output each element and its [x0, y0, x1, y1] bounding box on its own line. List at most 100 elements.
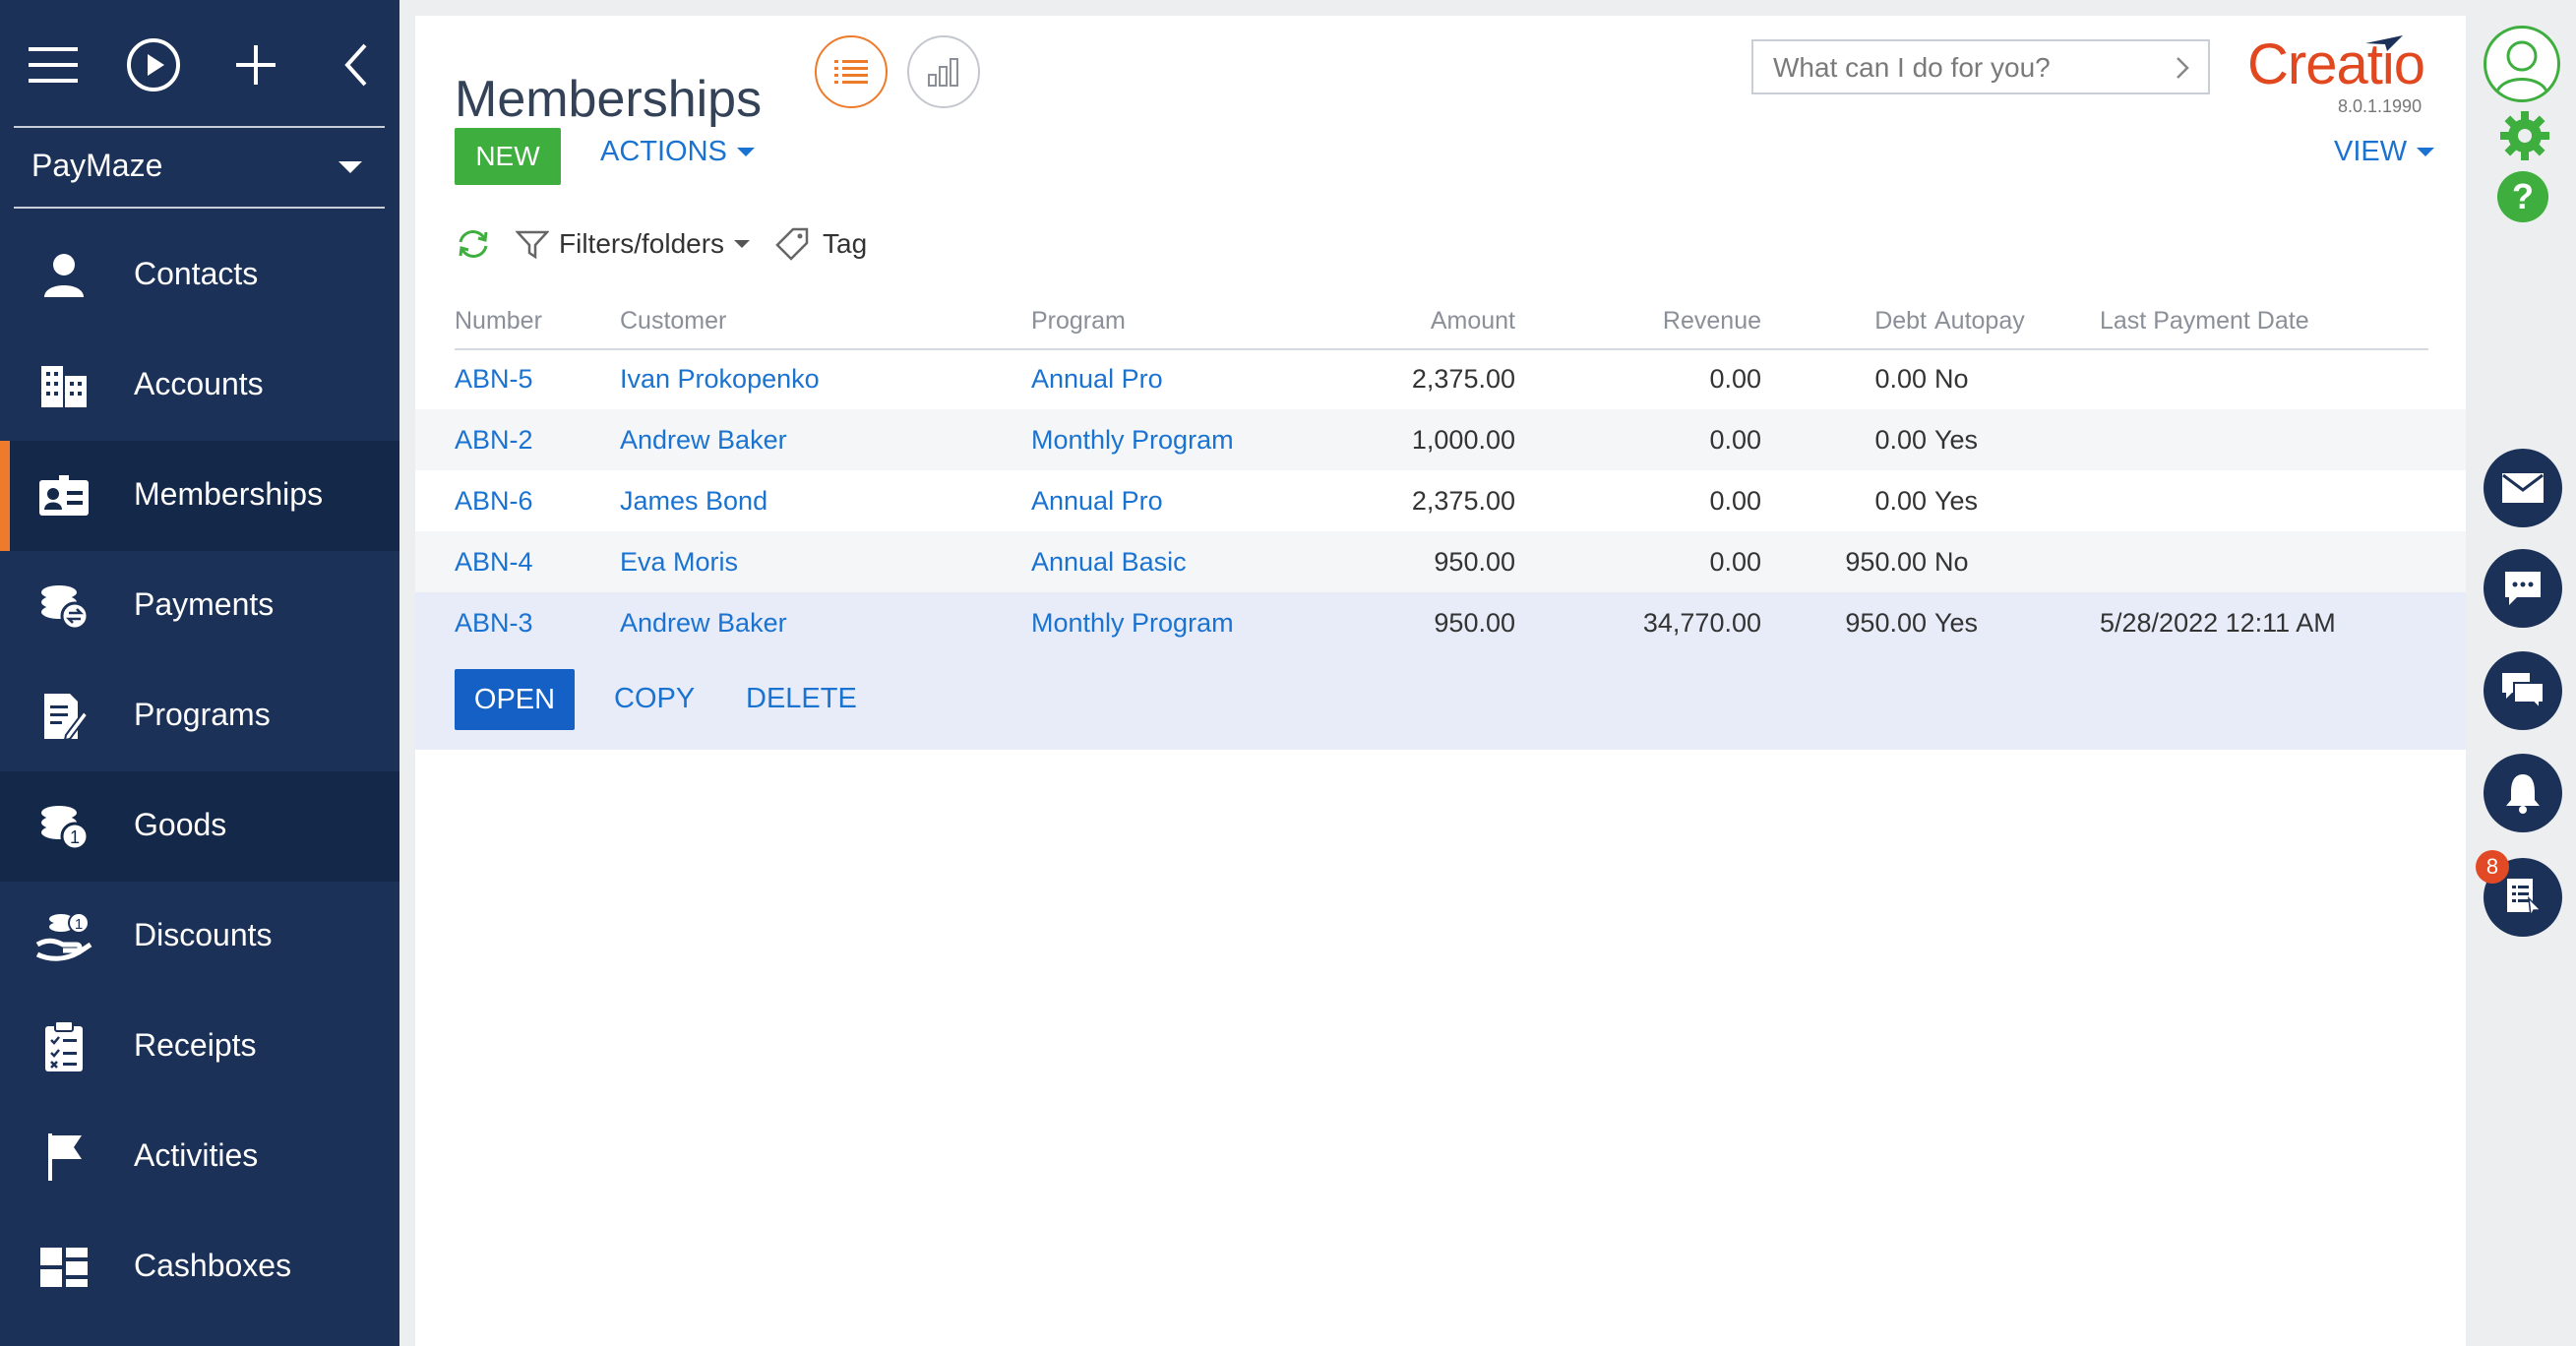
sidebar-item-label: Discounts: [134, 917, 273, 952]
cell-program[interactable]: Annual Pro: [1031, 364, 1163, 395]
cell-number[interactable]: ABN-6: [455, 486, 533, 517]
task-list-icon: [2507, 879, 2543, 918]
cell-customer[interactable]: Ivan Prokopenko: [620, 364, 820, 395]
logo-swoosh-icon: [2365, 35, 2403, 51]
document-edit-icon: [35, 691, 92, 742]
cell-number[interactable]: ABN-2: [455, 425, 533, 456]
gear-icon[interactable]: [2499, 110, 2550, 166]
cell-autopay: Yes: [1934, 486, 1979, 516]
user-icon: [2494, 40, 2549, 96]
cell-autopay: Yes: [1934, 425, 1979, 455]
actions-dropdown[interactable]: ACTIONS: [600, 136, 755, 168]
cell-customer[interactable]: Andrew Baker: [620, 425, 787, 456]
cell-debt: 950.00: [1845, 547, 1927, 577]
workspace-selector[interactable]: PayMaze: [0, 138, 399, 199]
analytics-view-toggle[interactable]: [907, 35, 980, 108]
bar-chart-icon: [928, 58, 958, 87]
cell-revenue: 0.00: [1709, 547, 1761, 577]
cell-program[interactable]: Annual Basic: [1031, 547, 1187, 578]
chat-bubble-icon: [2505, 572, 2541, 605]
coins-exchange-icon: [35, 581, 92, 632]
version-label: 8.0.1.1990: [2338, 96, 2423, 116]
help-icon[interactable]: ?: [2497, 171, 2548, 222]
cell-program[interactable]: Monthly Program: [1031, 425, 1234, 456]
sidebar-item-discounts[interactable]: 1 Discounts: [0, 882, 399, 992]
id-card-icon: [35, 470, 92, 521]
sidebar-item-cashboxes[interactable]: Cashboxes: [0, 1212, 399, 1322]
feed-button[interactable]: [2484, 549, 2562, 628]
user-avatar[interactable]: [2484, 26, 2560, 102]
sidebar-item-memberships[interactable]: Memberships: [0, 441, 399, 551]
cell-amount: 2,375.00: [1411, 486, 1515, 516]
notifications-button[interactable]: [2484, 754, 2562, 832]
column-header-amount[interactable]: Amount: [1358, 307, 1515, 336]
cell-number[interactable]: ABN-3: [455, 608, 533, 639]
collapse-icon[interactable]: [321, 30, 392, 100]
sidebar-item-accounts[interactable]: Accounts: [0, 331, 399, 441]
column-header-program[interactable]: Program: [1031, 307, 1126, 336]
new-button[interactable]: NEW: [455, 128, 561, 185]
table-row[interactable]: ABN-4 Eva Moris Annual Basic 950.00 0.00 950.…: [415, 531, 2466, 592]
cell-program[interactable]: Monthly Program: [1031, 608, 1234, 639]
column-header-autopay[interactable]: Autopay: [1934, 307, 2025, 336]
cell-customer[interactable]: James Bond: [620, 486, 767, 517]
sidebar-item-activities[interactable]: Activities: [0, 1102, 399, 1212]
cell-customer[interactable]: Eva Moris: [620, 547, 738, 578]
svg-text:1: 1: [75, 916, 83, 933]
workspace-label: PayMaze: [31, 148, 163, 183]
table-row[interactable]: ABN-5 Ivan Prokopenko Annual Pro 2,375.00 0.…: [415, 348, 2466, 409]
copy-button[interactable]: COPY: [614, 683, 695, 715]
chevron-right-icon[interactable]: [2175, 55, 2190, 81]
open-button[interactable]: OPEN: [455, 669, 575, 730]
column-header-number[interactable]: Number: [455, 307, 542, 336]
email-button[interactable]: [2484, 449, 2562, 527]
divider: [14, 126, 385, 128]
list-icon: [834, 60, 868, 84]
add-icon[interactable]: [220, 30, 291, 100]
sidebar-item-receipts[interactable]: Receipts: [0, 992, 399, 1102]
cell-number[interactable]: ABN-4: [455, 547, 533, 578]
refresh-icon[interactable]: [455, 228, 492, 260]
cell-program[interactable]: Annual Pro: [1031, 486, 1163, 517]
play-icon[interactable]: [118, 30, 189, 100]
blocks-icon: [35, 1242, 92, 1293]
search-input[interactable]: [1753, 41, 2169, 94]
sidebar-item-payments[interactable]: Payments: [0, 551, 399, 661]
clipboard-list-icon: [35, 1020, 92, 1072]
cell-number[interactable]: ABN-5: [455, 364, 533, 395]
delete-button[interactable]: DELETE: [746, 683, 857, 715]
sidebar-item-contacts[interactable]: Contacts: [0, 220, 399, 331]
sidebar-item-label: Memberships: [134, 476, 324, 512]
active-indicator: [0, 441, 10, 551]
menu-icon[interactable]: [18, 30, 89, 100]
command-search[interactable]: [1751, 39, 2210, 94]
sidebar-item-goods[interactable]: 1 Goods: [0, 771, 399, 882]
list-view-toggle[interactable]: [815, 35, 888, 108]
cell-customer[interactable]: Andrew Baker: [620, 608, 787, 639]
sidebar-item-label: Contacts: [134, 256, 259, 291]
table-row[interactable]: ABN-2 Andrew Baker Monthly Program 1,000.00…: [415, 409, 2466, 470]
envelope-icon: [2502, 473, 2544, 503]
cell-revenue: 34,770.00: [1642, 608, 1761, 638]
filter-bar: Filters/folders Tag: [455, 218, 867, 270]
view-dropdown[interactable]: VIEW: [2334, 136, 2435, 168]
row-actions-bar: OPEN COPY DELETE: [415, 653, 2466, 750]
filter-icon: [516, 230, 549, 260]
chats-icon: [2502, 673, 2545, 710]
column-header-revenue[interactable]: Revenue: [1604, 307, 1761, 336]
table-row[interactable]: ABN-6 James Bond Annual Pro 2,375.00 0.00 0.0…: [415, 470, 2466, 531]
table-row[interactable]: ABN-3 Andrew Baker Monthly Program 950.00 34…: [415, 592, 2466, 653]
cell-autopay: No: [1934, 547, 1969, 577]
cell-amount: 950.00: [1434, 608, 1515, 638]
filters-folders-dropdown[interactable]: Filters/folders: [516, 228, 751, 260]
cell-revenue: 0.00: [1709, 364, 1761, 394]
chat-button[interactable]: [2484, 651, 2562, 730]
column-header-last-payment-date[interactable]: Last Payment Date: [2100, 307, 2309, 336]
process-button[interactable]: 8: [2476, 850, 2562, 937]
sidebar-item-programs[interactable]: Programs: [0, 661, 399, 771]
tag-button[interactable]: Tag: [775, 227, 867, 261]
column-header-customer[interactable]: Customer: [620, 307, 726, 336]
filters-label: Filters/folders: [559, 228, 725, 259]
cell-amount: 2,375.00: [1411, 364, 1515, 394]
column-header-debt[interactable]: Debt: [1769, 307, 1927, 336]
